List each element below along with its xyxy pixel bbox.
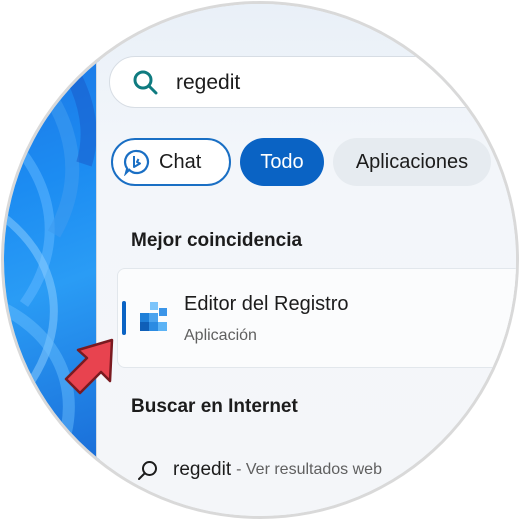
start-search-panel: Chat Todo Aplicaciones Mejor coincidenci… (96, 4, 516, 516)
filter-apps-label: Aplicaciones (355, 150, 469, 173)
web-search-heading: Buscar en Internet (131, 396, 298, 417)
pointer-arrow-icon (64, 338, 114, 395)
best-match-heading: Mejor coincidencia (131, 230, 303, 251)
web-search-query: regedit (173, 459, 232, 480)
registry-editor-icon (140, 302, 167, 331)
desktop-wallpaper (4, 4, 100, 516)
filter-chat-button[interactable]: Chat (111, 138, 231, 186)
web-search-suffix: - Ver resultados web (236, 461, 382, 478)
search-box[interactable] (109, 56, 516, 108)
filter-todo-label: Todo (260, 150, 304, 173)
bing-chat-icon (123, 149, 150, 176)
selection-indicator (122, 301, 126, 335)
search-icon (138, 461, 157, 480)
search-icon (133, 70, 158, 95)
web-search-row[interactable]: regedit - Ver resultados web (137, 456, 382, 484)
search-input[interactable] (176, 69, 476, 97)
result-title: Editor del Registro (184, 293, 349, 315)
screenshot-stage: Chat Todo Aplicaciones Mejor coincidenci… (0, 0, 520, 520)
best-match-result[interactable]: Editor del Registro Aplicación (117, 268, 516, 368)
magnifier-circle: Chat Todo Aplicaciones Mejor coincidenci… (4, 4, 516, 516)
filter-chat-label: Chat (159, 150, 202, 173)
filter-todo-button[interactable]: Todo (240, 138, 324, 186)
wallpaper-swirls (4, 4, 97, 488)
result-subtitle: Aplicación (184, 327, 257, 344)
filter-apps-button[interactable]: Aplicaciones (333, 138, 491, 186)
